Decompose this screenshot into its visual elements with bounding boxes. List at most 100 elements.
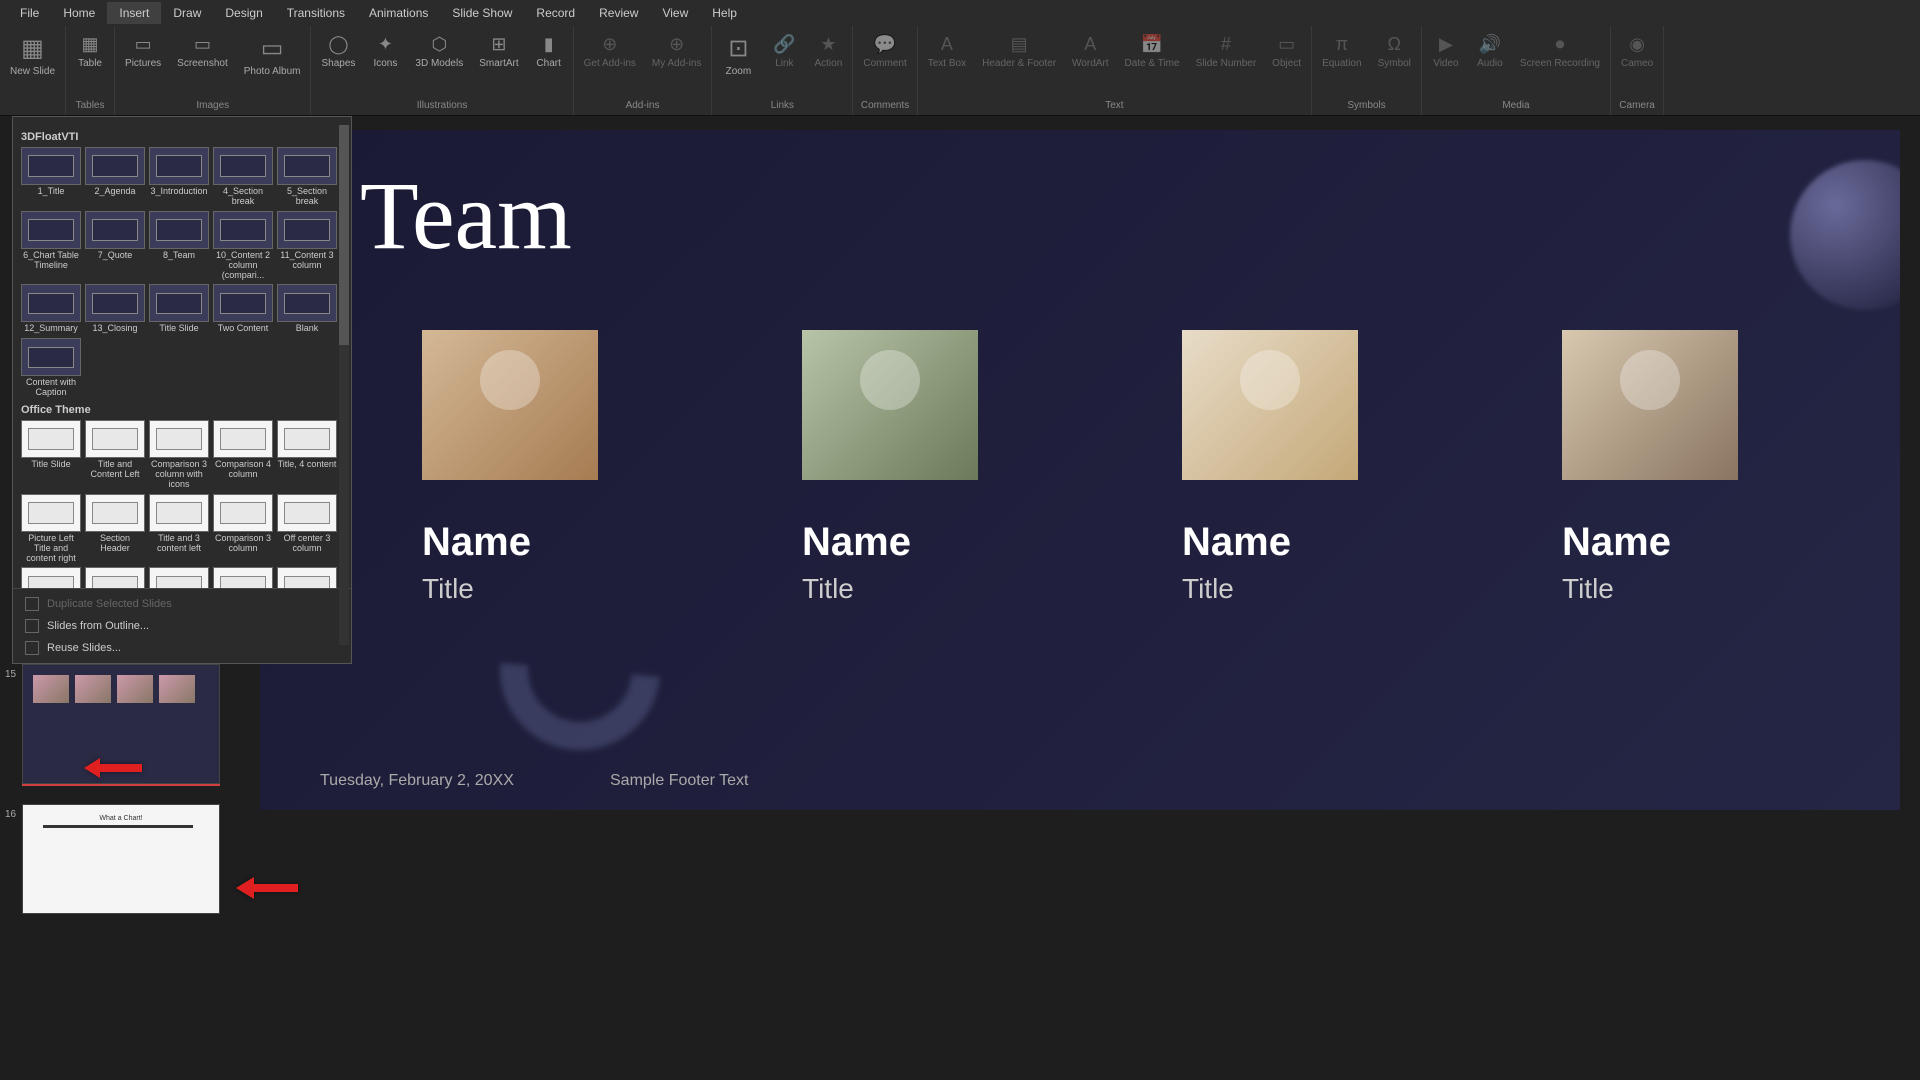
menu-help[interactable]: Help — [700, 2, 749, 24]
layout-picture-left-title-and-content-right[interactable]: Picture Left Title and content right — [21, 494, 81, 564]
layout-title-4-content[interactable]: Title, 4 content — [277, 420, 337, 490]
layout-13-closing[interactable]: 13_Closing — [85, 284, 145, 334]
layout-1-title[interactable]: 1_Title — [21, 147, 81, 207]
member-title[interactable]: Title — [1562, 573, 1614, 605]
layout-section-header[interactable]: Section Header — [85, 494, 145, 564]
slide-thumbnail-16[interactable]: 16 What a Chart! — [22, 804, 220, 914]
table-button[interactable]: ▦Table — [70, 28, 110, 73]
menu-slide-show[interactable]: Slide Show — [440, 2, 524, 24]
menu-view[interactable]: View — [650, 2, 700, 24]
slide-canvas[interactable]: Team Name Title Name Title Name Title Name Titl… — [260, 130, 1900, 810]
zoom-button[interactable]: ⊡Zoom — [716, 28, 760, 81]
layout-content-with-caption[interactable]: Content with Caption — [21, 338, 81, 398]
team-member-4[interactable]: Name Title — [1562, 330, 1738, 605]
layout-blank[interactable]: Blank — [277, 284, 337, 334]
layout-8-team[interactable]: 8_Team — [149, 211, 209, 281]
slide-number: 15 — [5, 669, 16, 680]
option-icon — [25, 641, 39, 655]
new-slide-button[interactable]: ▦New Slide — [4, 28, 61, 81]
menu-design[interactable]: Design — [213, 2, 274, 24]
member-photo[interactable] — [1562, 330, 1738, 480]
menu-record[interactable]: Record — [524, 2, 587, 24]
layout-comparison-2-column[interactable]: Comparison 2 column — [21, 567, 81, 588]
menu-transitions[interactable]: Transitions — [275, 2, 357, 24]
layout-our-competition-graphic[interactable]: Our Competition graphic — [85, 567, 145, 588]
team-member-1[interactable]: Name Title — [422, 330, 598, 605]
layout-5-section-break[interactable]: 5_Section break — [277, 147, 337, 207]
3d-models-icon: ⬡ — [427, 32, 451, 56]
member-photo[interactable] — [1182, 330, 1358, 480]
layout-11-content-3-column[interactable]: 11_Content 3 column — [277, 211, 337, 281]
layout-comparison-3-column-with-icons[interactable]: Comparison 3 column with icons — [149, 420, 209, 490]
date-time-icon: 📅 — [1140, 32, 1164, 56]
team-member-3[interactable]: Name Title — [1182, 330, 1358, 605]
layout-title-and-3-column-right-aligned[interactable]: Title and 3 column right aligned — [149, 567, 209, 588]
link-icon: 🔗 — [772, 32, 796, 56]
menu-draw[interactable]: Draw — [161, 2, 213, 24]
ribbon: ▦New Slide▦Table Tables ▭Pictures▭Screensh… — [0, 26, 1920, 116]
gallery-section-title: 3DFloatVTI — [21, 125, 343, 147]
menu-home[interactable]: Home — [51, 2, 107, 24]
layout-title-slide[interactable]: Title Slide — [149, 284, 209, 334]
layout-7-quote[interactable]: 7_Quote — [85, 211, 145, 281]
layout-3-introduction[interactable]: 3_Introduction — [149, 147, 209, 207]
photo-album-button[interactable]: ▭Photo Album — [238, 28, 307, 81]
member-title[interactable]: Title — [802, 573, 854, 605]
layout-4-section-break[interactable]: 4_Section break — [213, 147, 273, 207]
shapes-button[interactable]: ◯Shapes — [315, 28, 361, 73]
layout-12-summary[interactable]: 12_Summary — [21, 284, 81, 334]
layout-title-and-content-left[interactable]: Title and Content Left — [85, 420, 145, 490]
pictures-button[interactable]: ▭Pictures — [119, 28, 167, 73]
video-icon: ▶ — [1434, 32, 1458, 56]
menu-review[interactable]: Review — [587, 2, 650, 24]
link-button: 🔗Link — [764, 28, 804, 73]
smartart-button[interactable]: ⊞SmartArt — [473, 28, 524, 73]
menu-file[interactable]: File — [8, 2, 51, 24]
screenshot-icon: ▭ — [190, 32, 214, 56]
ribbon-group-label: Comments — [857, 98, 912, 113]
thumb-title: What a Chart! — [23, 805, 219, 822]
cameo-button: ◉Cameo — [1615, 28, 1659, 73]
ribbon-group-label: Tables — [70, 98, 110, 113]
member-name[interactable]: Name — [422, 520, 531, 565]
layout-comparison-3-column[interactable]: Comparison 3 column — [213, 494, 273, 564]
layout-10-content-2-column-compari-[interactable]: 10_Content 2 column (compari... — [213, 211, 273, 281]
annotation-arrow-insert — [236, 875, 300, 906]
layout-off-center-3-column[interactable]: Off center 3 column — [277, 494, 337, 564]
layout-2-agenda[interactable]: 2_Agenda — [85, 147, 145, 207]
option-icon — [25, 619, 39, 633]
layout-title-slide[interactable]: Title Slide — [21, 420, 81, 490]
audio-button: 🔊Audio — [1470, 28, 1510, 73]
equation-button: πEquation — [1316, 28, 1367, 73]
object-icon: ▭ — [1275, 32, 1299, 56]
ribbon-group-label: Images — [119, 98, 306, 113]
layout-title-and-3-content-left[interactable]: Title and 3 content left — [149, 494, 209, 564]
gallery-option-reuse-slides-[interactable]: Reuse Slides... — [13, 637, 351, 659]
slide-title[interactable]: Team — [360, 160, 572, 271]
screenshot-button[interactable]: ▭Screenshot — [171, 28, 234, 73]
member-title[interactable]: Title — [1182, 573, 1234, 605]
team-member-2[interactable]: Name Title — [802, 330, 978, 605]
layout-comparison-4-column[interactable]: Comparison 4 column — [213, 420, 273, 490]
member-name[interactable]: Name — [1562, 520, 1671, 565]
member-name[interactable]: Name — [1182, 520, 1291, 565]
wordart-button: AWordArt — [1066, 28, 1115, 73]
layout-6-chart-table-timeline[interactable]: 6_Chart Table Timeline — [21, 211, 81, 281]
layout-action-plan-timeline[interactable]: Action Plan timeline — [277, 567, 337, 588]
wordart-icon: A — [1078, 32, 1102, 56]
gallery-scrollbar[interactable] — [339, 125, 349, 645]
menu-insert[interactable]: Insert — [107, 2, 161, 24]
video-button: ▶Video — [1426, 28, 1466, 73]
menu-animations[interactable]: Animations — [357, 2, 440, 24]
member-photo[interactable] — [802, 330, 978, 480]
member-photo[interactable] — [422, 330, 598, 480]
layout-traction-metrics[interactable]: Traction metrics — [213, 567, 273, 588]
chart-button[interactable]: ▮Chart — [529, 28, 569, 73]
layout-two-content[interactable]: Two Content — [213, 284, 273, 334]
member-name[interactable]: Name — [802, 520, 911, 565]
3d-models-button[interactable]: ⬡3D Models — [409, 28, 469, 73]
gallery-option-slides-from-outline-[interactable]: Slides from Outline... — [13, 615, 351, 637]
footer-date: Tuesday, February 2, 20XX — [320, 772, 514, 790]
member-title[interactable]: Title — [422, 573, 474, 605]
icons-button[interactable]: ✦Icons — [365, 28, 405, 73]
